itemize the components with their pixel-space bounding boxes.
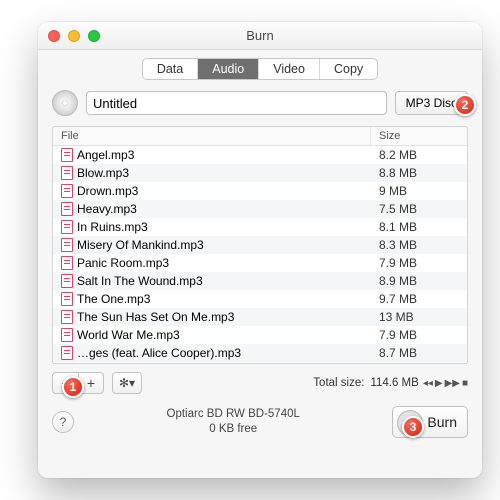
table-row[interactable]: Salt In The Wound.mp3 8.9 MB	[53, 272, 467, 290]
table-row[interactable]: Angel.mp3 8.2 MB	[53, 146, 467, 164]
file-name: The Sun Has Set On Me.mp3	[77, 310, 234, 324]
file-name: World War Me.mp3	[77, 328, 180, 342]
file-size: 9.7 MB	[371, 292, 467, 306]
col-file[interactable]: File	[53, 127, 371, 145]
prev-icon[interactable]: ◂◂	[423, 378, 433, 389]
file-size: 7.9 MB	[371, 256, 467, 270]
audio-file-icon	[61, 202, 73, 216]
project-name-input[interactable]	[86, 91, 387, 115]
options-button[interactable]: ✻▾	[112, 372, 142, 394]
table-row[interactable]: Panic Room.mp3 7.9 MB	[53, 254, 467, 272]
file-name: The One.mp3	[77, 292, 150, 306]
file-size: 7.9 MB	[371, 328, 467, 342]
table-row[interactable]: Blow.mp3 8.8 MB	[53, 164, 467, 182]
file-name: Panic Room.mp3	[77, 256, 169, 270]
file-size: 9 MB	[371, 184, 467, 198]
audio-file-icon	[61, 148, 73, 162]
project-row: MP3 Disc	[38, 90, 482, 126]
drive-name: Optiarc BD RW BD-5740L	[74, 407, 392, 422]
table-row[interactable]: Misery Of Mankind.mp3 8.3 MB	[53, 236, 467, 254]
table-row[interactable]: The One.mp3 9.7 MB	[53, 290, 467, 308]
file-size: 8.7 MB	[371, 346, 467, 360]
drive-free: 0 KB free	[74, 422, 392, 437]
annotation-badge-1: 1	[62, 376, 84, 398]
tab-data[interactable]: Data	[143, 59, 198, 79]
col-size[interactable]: Size	[371, 127, 467, 145]
next-icon[interactable]: ▶▶	[445, 378, 460, 389]
file-name: Angel.mp3	[77, 148, 134, 162]
titlebar: Burn	[38, 22, 482, 50]
audio-file-icon	[61, 292, 73, 306]
burn-window: Burn Data Audio Video Copy MP3 Disc File…	[38, 22, 482, 478]
file-size: 8.1 MB	[371, 220, 467, 234]
table-header: File Size	[53, 127, 467, 146]
file-size: 8.3 MB	[371, 238, 467, 252]
annotation-badge-2: 2	[454, 94, 476, 116]
file-size: 8.9 MB	[371, 274, 467, 288]
total-size-label: Total size:	[313, 377, 364, 389]
stop-icon[interactable]: ■	[462, 378, 468, 389]
file-name: …ges (feat. Alice Cooper).mp3	[77, 346, 241, 360]
audio-file-icon	[61, 256, 73, 270]
audio-file-icon	[61, 166, 73, 180]
table-row[interactable]: Heavy.mp3 7.5 MB	[53, 200, 467, 218]
file-size: 8.8 MB	[371, 166, 467, 180]
audio-file-icon	[61, 184, 73, 198]
audio-file-icon	[61, 274, 73, 288]
audio-file-icon	[61, 328, 73, 342]
table-row[interactable]: The Sun Has Set On Me.mp3 13 MB	[53, 308, 467, 326]
segmented-control: Data Audio Video Copy	[142, 58, 378, 80]
play-icon[interactable]: ▶	[435, 378, 443, 389]
table-body: Angel.mp3 8.2 MB Blow.mp3 8.8 MB Drown.mp3 9 …	[53, 146, 467, 363]
table-row[interactable]: …ges (feat. Alice Cooper).mp3 8.7 MB	[53, 344, 467, 362]
file-name: In Ruins.mp3	[77, 220, 148, 234]
total-size-value: 114.6 MB	[370, 377, 418, 389]
mode-tabs: Data Audio Video Copy	[38, 50, 482, 90]
file-size: 8.2 MB	[371, 148, 467, 162]
burn-label: Burn	[427, 414, 457, 430]
file-name: Heavy.mp3	[77, 202, 137, 216]
file-name: Salt In The Wound.mp3	[77, 274, 203, 288]
tab-video[interactable]: Video	[259, 59, 320, 79]
tab-audio[interactable]: Audio	[198, 59, 259, 79]
table-row[interactable]: In Ruins.mp3 8.1 MB	[53, 218, 467, 236]
annotation-badge-3: 3	[402, 416, 424, 438]
audio-file-icon	[61, 310, 73, 324]
help-button[interactable]: ?	[52, 411, 74, 433]
file-name: Drown.mp3	[77, 184, 138, 198]
window-title: Burn	[38, 28, 482, 43]
file-table: File Size Angel.mp3 8.2 MB Blow.mp3 8.8 MB D…	[52, 126, 468, 364]
file-name: Blow.mp3	[77, 166, 129, 180]
table-row[interactable]: World War Me.mp3 7.9 MB	[53, 326, 467, 344]
audio-file-icon	[61, 220, 73, 234]
tab-copy[interactable]: Copy	[320, 59, 377, 79]
audio-file-icon	[61, 346, 73, 360]
file-size: 13 MB	[371, 310, 467, 324]
table-row[interactable]: Drown.mp3 9 MB	[53, 182, 467, 200]
file-name: Misery Of Mankind.mp3	[77, 238, 204, 252]
toolbar-row: − + ✻▾ Total size: 114.6 MB ◂◂ ▶ ▶▶ ■	[38, 364, 482, 394]
audio-file-icon	[61, 238, 73, 252]
disc-icon	[52, 90, 78, 116]
file-size: 7.5 MB	[371, 202, 467, 216]
drive-info: Optiarc BD RW BD-5740L 0 KB free	[74, 407, 392, 437]
media-controls: ◂◂ ▶ ▶▶ ■	[423, 378, 468, 389]
